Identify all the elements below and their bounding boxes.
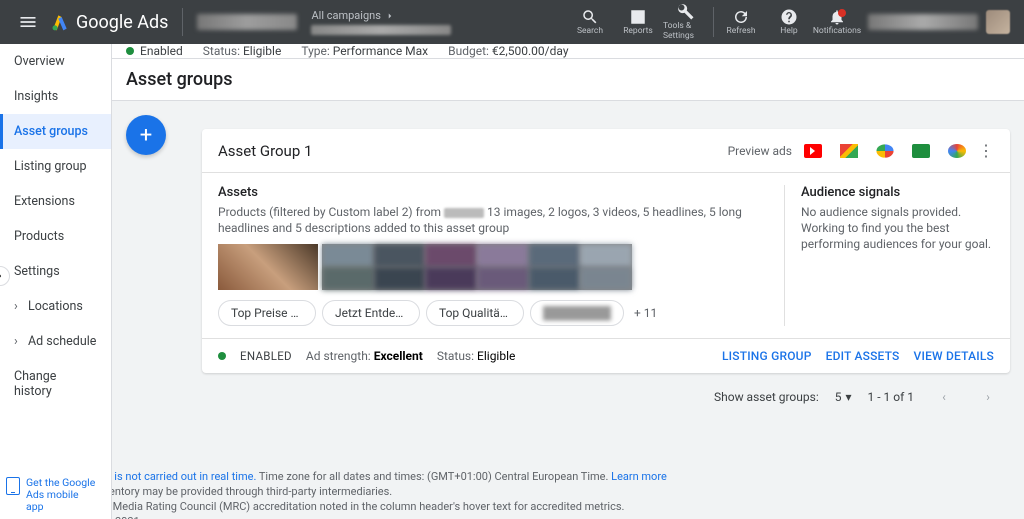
page-title: Asset groups	[112, 59, 1024, 101]
brand-text: Google Ads	[76, 12, 168, 33]
reports-button[interactable]: Reports	[615, 0, 661, 44]
refresh-button[interactable]: Refresh	[718, 0, 764, 44]
sidebar-item-ad-schedule[interactable]: ›Ad schedule	[0, 324, 111, 359]
card-footer: ENABLED Ad strength:Excellent Status:Eli…	[202, 338, 1010, 373]
status-dot-icon	[126, 47, 134, 55]
page-size-label: Show asset groups:	[714, 390, 819, 404]
learn-more-link[interactable]: Learn more	[611, 470, 667, 483]
chevron-right-icon: ›	[14, 334, 22, 349]
google-ads-logo[interactable]: Google Ads	[50, 12, 168, 33]
youtube-icon[interactable]	[804, 144, 822, 158]
divider	[182, 8, 183, 36]
headline-chip[interactable]: Jetzt Entdecken	[322, 300, 420, 326]
notifications-button[interactable]: Notifications	[814, 0, 860, 44]
campaign-status-bar: Enabled Status:Eligible Type:Performance…	[112, 44, 1024, 59]
preview-ads-label: Preview ads	[728, 144, 792, 158]
enabled-dot-icon	[218, 352, 226, 360]
breadcrumb-top: All campaigns	[311, 9, 380, 23]
sidebar-item-change-history[interactable]: Change history	[0, 359, 111, 409]
sidebar-item-listing-group[interactable]: Listing group	[0, 149, 111, 184]
assets-title: Assets	[218, 185, 764, 200]
menu-icon[interactable]	[8, 2, 48, 42]
status-enabled: Enabled	[140, 44, 183, 58]
sidebar-item-asset-groups[interactable]: Asset groups	[0, 114, 111, 149]
top-bar: Google Ads All campaigns Search Reports …	[0, 0, 1024, 44]
display-network-icon[interactable]	[948, 144, 966, 158]
thumbnail-image	[218, 244, 318, 290]
more-chips-count[interactable]: + 11	[634, 306, 657, 320]
asset-group-card: Asset Group 1 Preview ads ⋮ Assets	[202, 129, 1010, 373]
reporting-note-link[interactable]: Reporting is not carried out in real tim…	[112, 470, 256, 483]
search-button[interactable]: Search	[567, 0, 613, 44]
notification-badge	[838, 9, 846, 17]
discover-icon[interactable]	[912, 144, 930, 158]
sidebar-item-extensions[interactable]: Extensions	[0, 184, 111, 219]
tools-settings-button[interactable]: Tools & Settings	[663, 0, 709, 44]
account-name-redacted	[197, 14, 297, 30]
asset-group-title: Asset Group 1	[218, 142, 728, 160]
footer-notes: Reporting is not carried out in real tim…	[112, 469, 1010, 519]
assets-description: Products (filtered by Custom label 2) fr…	[218, 204, 764, 236]
main-content: Enabled Status:Eligible Type:Performance…	[112, 44, 1024, 519]
next-page-button[interactable]: ›	[974, 383, 1002, 411]
user-email-redacted	[868, 14, 978, 30]
asset-thumbnails[interactable]	[218, 244, 764, 290]
breadcrumb-campaign-redacted	[311, 25, 451, 35]
sidebar-item-insights[interactable]: Insights	[0, 79, 111, 114]
help-button[interactable]: Help	[766, 0, 812, 44]
thumbnail-image-redacted	[322, 244, 632, 290]
enabled-text: ENABLED	[240, 349, 292, 363]
chevron-right-icon	[385, 11, 395, 21]
sidebar: Overview Insights Asset groups Listing g…	[0, 44, 112, 519]
view-details-link[interactable]: VIEW DETAILS	[914, 349, 994, 363]
add-asset-group-button[interactable]: +	[126, 115, 166, 155]
headline-chips: Top Preise mit stark… Jetzt Entdecken To…	[218, 300, 764, 326]
listing-group-link[interactable]: LISTING GROUP	[722, 349, 812, 363]
phone-icon	[6, 477, 20, 495]
mobile-app-cta[interactable]: Get the Google Ads mobile app	[6, 477, 96, 513]
card-header: Asset Group 1 Preview ads ⋮	[202, 129, 1010, 173]
sidebar-item-locations[interactable]: ›Locations	[0, 289, 111, 324]
page-range: 1 - 1 of 1	[868, 390, 914, 404]
headline-chip[interactable]: Top Qualität zu faire…	[426, 300, 524, 326]
sidebar-item-overview[interactable]: Overview	[0, 44, 111, 79]
sidebar-item-products[interactable]: Products	[0, 219, 111, 254]
chevron-down-icon: ▾	[845, 390, 851, 404]
gmail-icon[interactable]	[840, 144, 858, 158]
user-avatar[interactable]	[986, 10, 1010, 34]
pagination: Show asset groups: 5 ▾ 1 - 1 of 1 ‹ ›	[202, 373, 1010, 421]
headline-chip-redacted[interactable]: ████████	[530, 300, 624, 326]
page-size-select[interactable]: 5 ▾	[835, 390, 852, 404]
headline-chip[interactable]: Top Preise mit stark…	[218, 300, 316, 326]
audience-title: Audience signals	[801, 185, 994, 200]
audience-description: No audience signals provided. Working to…	[801, 204, 994, 252]
google-search-icon[interactable]	[876, 144, 893, 157]
breadcrumb[interactable]: All campaigns	[311, 9, 451, 35]
edit-assets-link[interactable]: EDIT ASSETS	[826, 349, 900, 363]
sidebar-item-settings[interactable]: Settings	[0, 254, 111, 289]
chevron-right-icon: ›	[14, 299, 22, 314]
prev-page-button[interactable]: ‹	[930, 383, 958, 411]
top-actions: Search Reports Tools & Settings Refresh …	[567, 0, 860, 44]
more-menu-button[interactable]: ⋮	[978, 141, 994, 160]
merchant-name-redacted	[444, 208, 484, 218]
